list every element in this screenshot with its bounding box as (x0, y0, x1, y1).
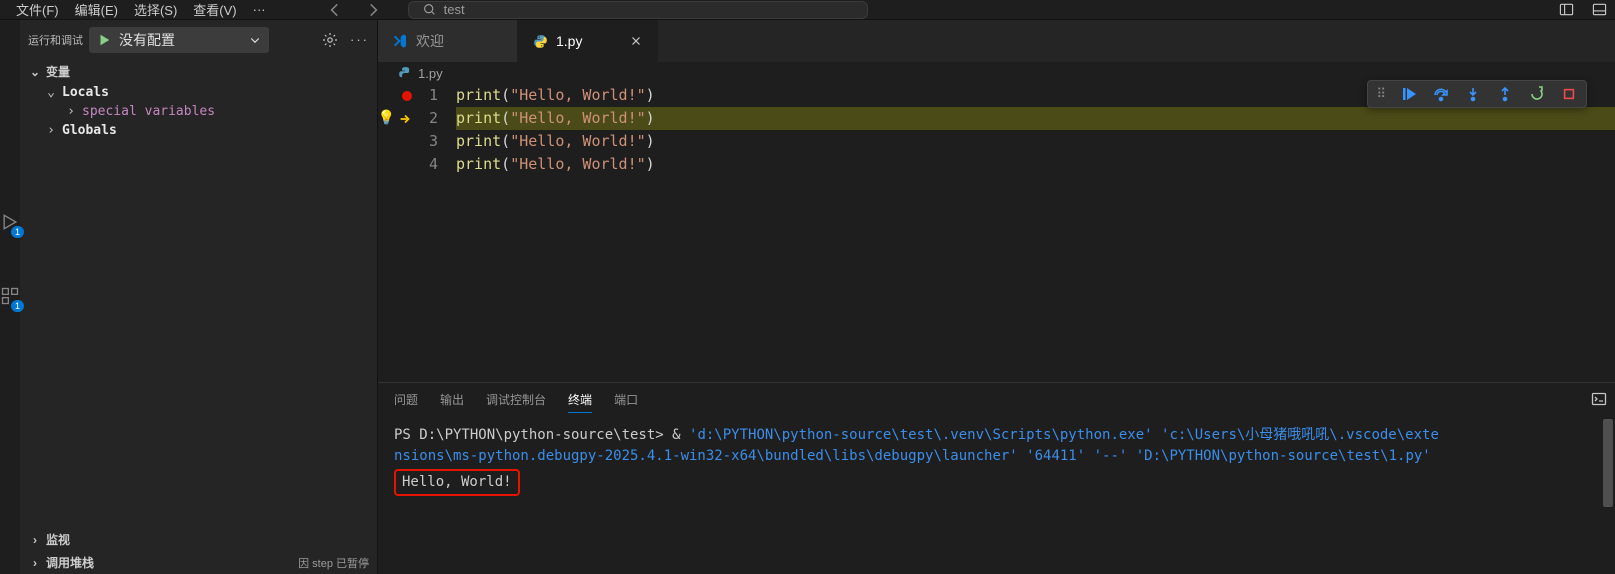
lightbulb-icon[interactable]: 💡 (378, 107, 395, 130)
line-number: 2 (414, 107, 438, 130)
terminal-scrollbar[interactable] (1603, 419, 1613, 574)
section-callstack[interactable]: › 调用堆栈 因 step 已暂停 (20, 551, 377, 574)
step-over-icon[interactable] (1432, 85, 1450, 103)
panel-tab-terminal[interactable]: 终端 (568, 391, 592, 413)
gutter-marks: 💡 (378, 84, 414, 382)
python-icon (398, 66, 412, 80)
tab-bar: 欢迎 1.py (378, 20, 1615, 62)
menubar: 文件(F) 编辑(E) 选择(S) 查看(V) ··· test (0, 0, 1615, 20)
menu-view[interactable]: 查看(V) (185, 0, 244, 22)
chevron-down-icon: ⌄ (44, 85, 58, 100)
run-debug-header: 运行和调试 没有配置 ··· (20, 20, 377, 60)
line-numbers: 1 2 3 4 (414, 84, 456, 382)
run-debug-panel: 运行和调试 没有配置 ··· (20, 20, 378, 574)
menu-file[interactable]: 文件(F) (8, 0, 67, 22)
chevron-right-icon: › (28, 533, 42, 547)
scope-globals-label: Globals (62, 123, 117, 138)
code-lines: print("Hello, World!") print("Hello, Wor… (456, 84, 1615, 382)
continue-icon[interactable] (1400, 85, 1418, 103)
terminal[interactable]: PS D:\PYTHON\python-source\test> & 'd:\P… (378, 419, 1615, 574)
debug-toolbar[interactable]: ⠿ (1367, 80, 1587, 108)
layout-toggle-left-icon[interactable] (1559, 2, 1574, 17)
tab-welcome-label: 欢迎 (416, 31, 444, 51)
command-center-search[interactable]: test (408, 1, 868, 19)
search-placeholder: test (444, 2, 465, 17)
special-variables-label: special variables (82, 104, 215, 119)
close-icon[interactable] (629, 34, 643, 48)
code-editor[interactable]: 💡 1 2 3 4 print("Hello, World!") (378, 84, 1615, 382)
bottom-panel: 问题 输出 调试控制台 终端 端口 PS D:\PYTHON\python-so… (378, 382, 1615, 574)
line-number: 3 (414, 130, 438, 153)
restart-icon[interactable] (1528, 85, 1546, 103)
menu-select[interactable]: 选择(S) (126, 0, 185, 22)
section-watch-label: 监视 (46, 531, 70, 548)
terminal-output-highlight: Hello, World! (394, 469, 520, 496)
activity-bar: 1 1 (0, 20, 20, 574)
panel-terminal-icon[interactable] (1591, 391, 1607, 407)
code-line-current[interactable]: print("Hello, World!") (456, 107, 1615, 130)
search-icon (423, 3, 436, 16)
panel-tabs: 问题 输出 调试控制台 终端 端口 (378, 383, 1615, 419)
activity-run-debug-icon[interactable]: 1 (0, 210, 20, 234)
debug-config-select[interactable]: 没有配置 (89, 27, 269, 53)
debug-config-label: 没有配置 (119, 30, 175, 50)
chevron-down-icon (249, 34, 261, 46)
section-variables[interactable]: ⌄ 变量 (20, 60, 377, 83)
scope-locals-label: Locals (62, 85, 109, 100)
tab-file-label: 1.py (556, 33, 582, 49)
chevron-right-icon: › (28, 556, 42, 570)
tab-file-1py[interactable]: 1.py (518, 20, 658, 62)
nav-forward-icon[interactable] (364, 1, 382, 19)
section-callstack-label: 调用堆栈 (46, 554, 94, 571)
section-watch[interactable]: › 监视 (20, 528, 377, 551)
step-out-icon[interactable] (1496, 85, 1514, 103)
python-icon (532, 33, 548, 49)
breakpoint-icon[interactable] (402, 91, 412, 101)
start-debug-icon[interactable] (97, 33, 111, 47)
stop-icon[interactable] (1560, 85, 1578, 103)
scope-locals[interactable]: ⌄ Locals (20, 83, 377, 102)
chevron-right-icon: › (44, 123, 58, 138)
panel-tab-output[interactable]: 输出 (440, 391, 464, 413)
nav-back-icon[interactable] (326, 1, 344, 19)
grip-icon[interactable]: ⠿ (1376, 86, 1386, 102)
chevron-right-icon: › (64, 104, 78, 119)
code-line[interactable]: print("Hello, World!") (456, 130, 1615, 153)
line-number: 4 (414, 153, 438, 176)
run-debug-title: 运行和调试 (28, 32, 83, 48)
special-variables-node[interactable]: › special variables (20, 102, 377, 121)
terminal-command-2: nsions\ms-python.debugpy-2025.4.1-win32-… (394, 446, 1599, 467)
paused-status-label: 因 step 已暂停 (298, 555, 369, 571)
terminal-line: PS D:\PYTHON\python-source\test> & 'd:\P… (394, 425, 1599, 446)
activity-badge-2: 1 (11, 300, 24, 312)
tab-welcome[interactable]: 欢迎 (378, 20, 518, 62)
section-variables-label: 变量 (46, 63, 70, 80)
activity-badge-1: 1 (11, 226, 24, 238)
breadcrumb-file: 1.py (418, 66, 443, 81)
activity-extensions-icon[interactable]: 1 (0, 284, 20, 308)
line-number: 1 (414, 84, 438, 107)
panel-tab-problems[interactable]: 问题 (394, 391, 418, 413)
code-line[interactable]: print("Hello, World!") (456, 153, 1615, 176)
terminal-prompt: PS D:\PYTHON\python-source\test> (394, 427, 664, 443)
panel-tab-debugconsole[interactable]: 调试控制台 (486, 391, 546, 413)
chevron-down-icon: ⌄ (28, 65, 42, 79)
layout-toggle-bottom-icon[interactable] (1592, 2, 1607, 17)
menu-edit[interactable]: 编辑(E) (67, 0, 126, 22)
gear-icon[interactable] (322, 32, 338, 48)
variables-tree: ⌄ Locals › special variables › Globals (20, 83, 377, 140)
scope-globals[interactable]: › Globals (20, 121, 377, 140)
current-line-arrow-icon (398, 112, 412, 126)
step-into-icon[interactable] (1464, 85, 1482, 103)
menu-more[interactable]: ··· (253, 2, 266, 17)
terminal-command-1: 'd:\PYTHON\python-source\test\.venv\Scri… (689, 427, 1439, 443)
panel-tab-ports[interactable]: 端口 (614, 391, 638, 413)
editor-area: 欢迎 1.py 1.py (378, 20, 1615, 574)
more-icon[interactable]: ··· (350, 32, 369, 48)
vscode-icon (392, 33, 408, 49)
